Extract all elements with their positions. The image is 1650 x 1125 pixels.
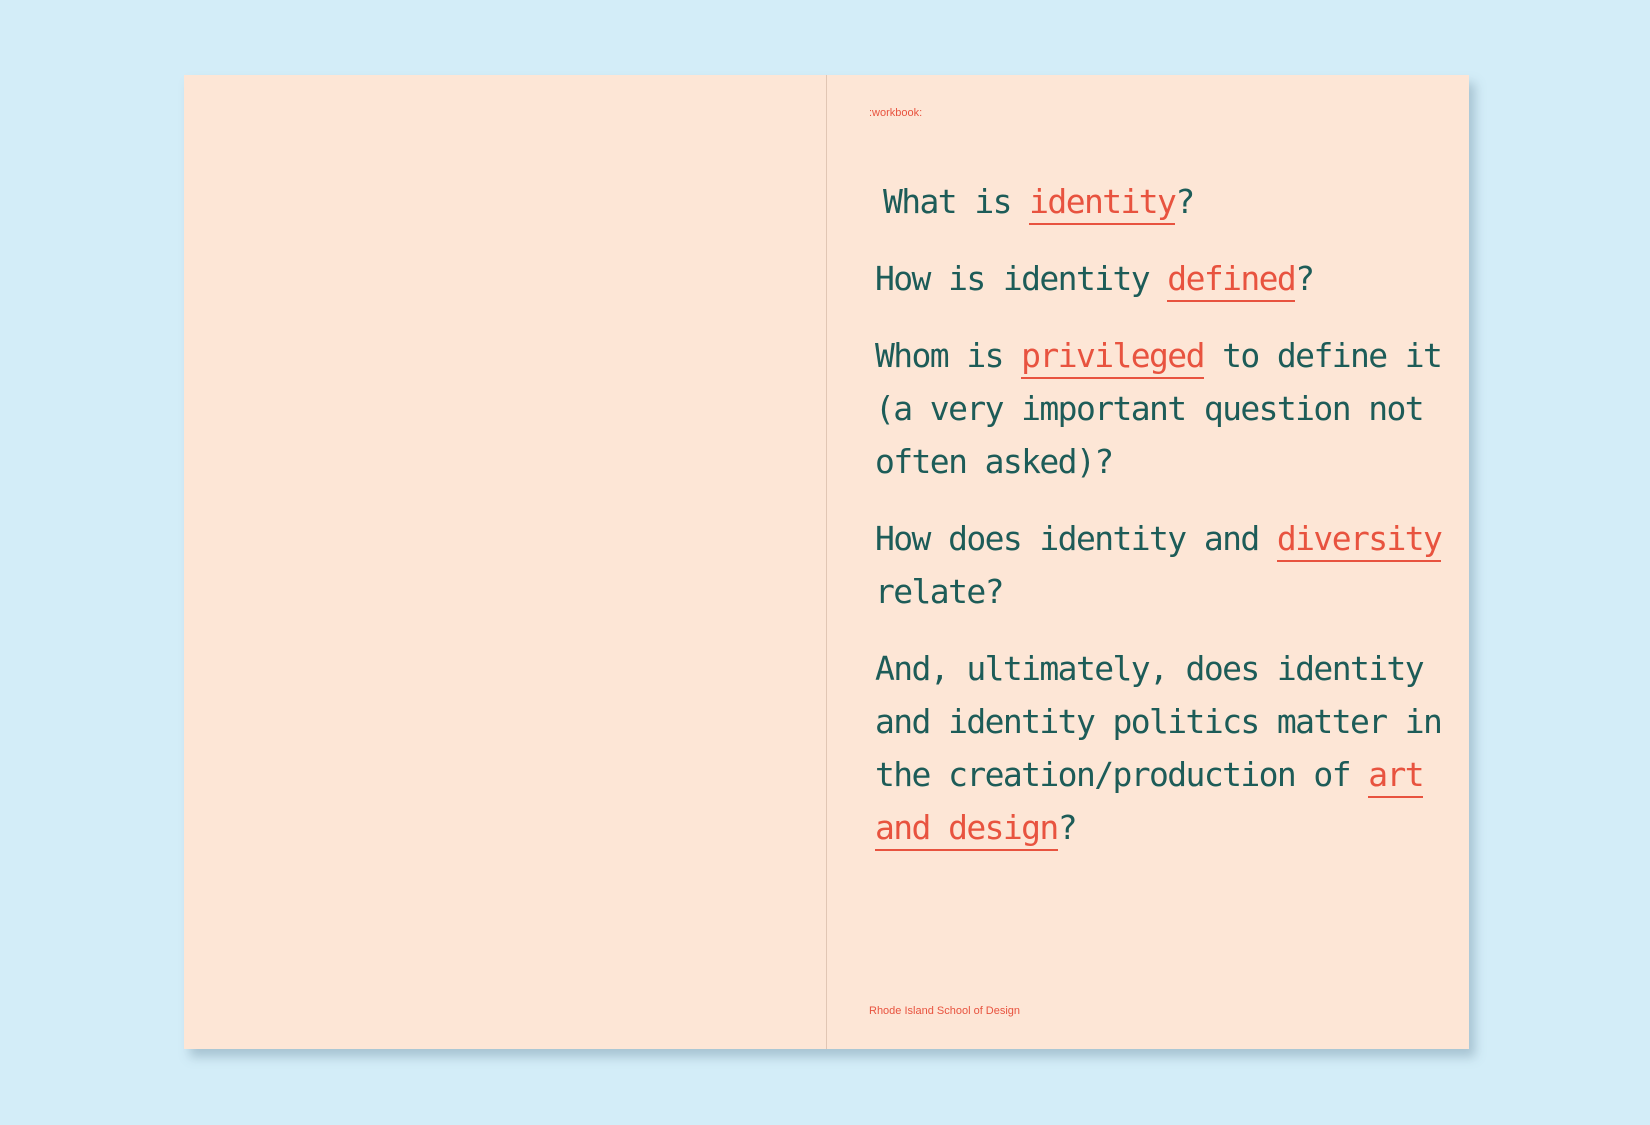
question-text: relate? (875, 572, 1004, 611)
left-page-blank (184, 75, 826, 1049)
footer-institution: Rhode Island School of Design (869, 1005, 1021, 1017)
question-text: ? (1057, 808, 1078, 847)
highlighted-term: defined (1167, 259, 1297, 302)
highlighted-term: privileged (1021, 336, 1205, 379)
book-spread: :workbook: What is identity? How is iden… (184, 75, 1469, 1049)
highlighted-term: diversity (1276, 519, 1443, 562)
question-list: What is identity? How is identity define… (875, 175, 1455, 878)
question-1: What is identity? (875, 175, 1455, 228)
question-3: Whom is privileged to define it (a very … (875, 329, 1455, 488)
question-text: How does identity and (875, 519, 1277, 558)
highlighted-term: identity (1029, 182, 1177, 225)
question-text: Whom is (875, 336, 1022, 375)
right-page: :workbook: What is identity? How is iden… (827, 75, 1469, 1049)
question-4: How does identity and diversity relate? (875, 512, 1455, 618)
question-text: And, ultimately, does identity and ident… (875, 649, 1443, 794)
question-text: ? (1175, 182, 1195, 221)
question-text: ? (1295, 259, 1315, 298)
question-2: How is identity defined? (875, 252, 1455, 305)
question-text: What is (883, 182, 1030, 221)
question-text: How is identity (875, 259, 1168, 298)
running-head: :workbook: (869, 107, 923, 119)
question-5: And, ultimately, does identity and ident… (875, 642, 1455, 854)
